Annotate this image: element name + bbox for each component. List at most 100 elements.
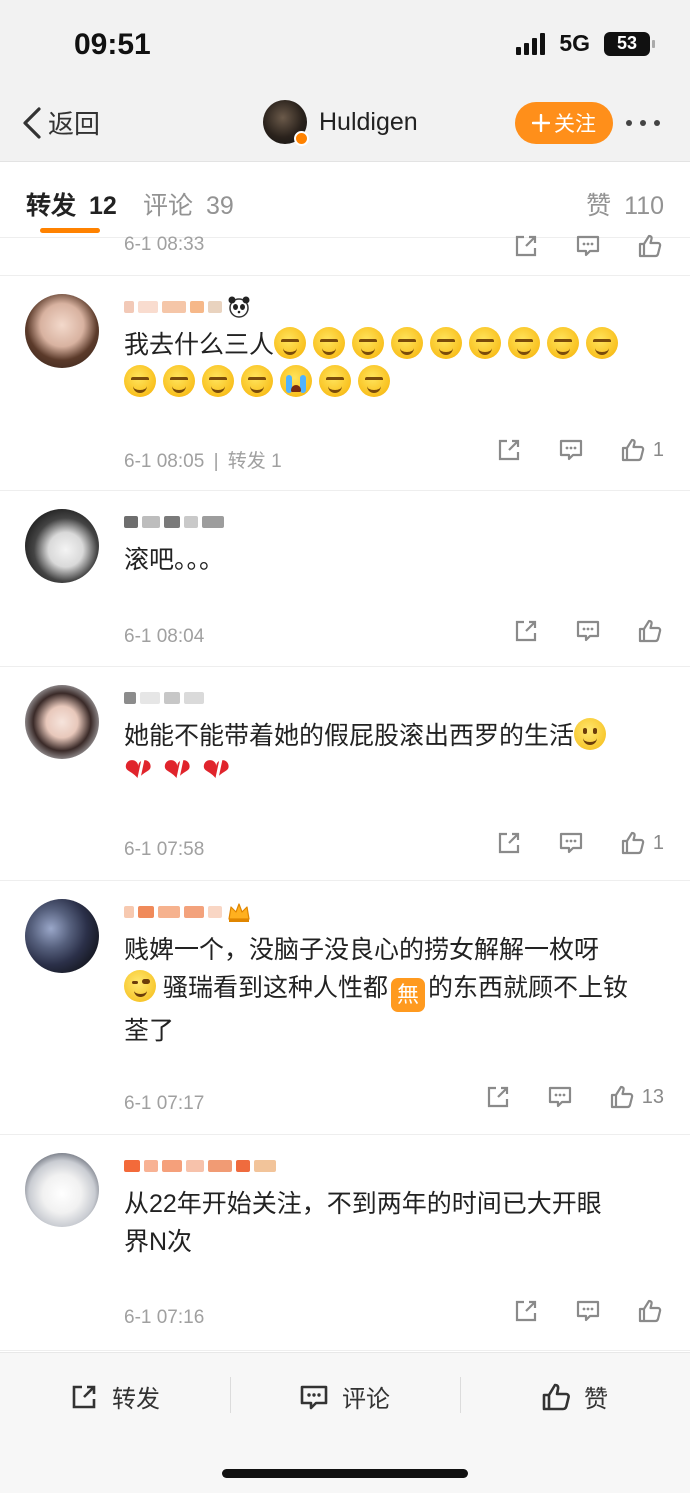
tab-comments-label: 评论 xyxy=(143,192,194,220)
repost-button[interactable]: 转发 xyxy=(68,1379,160,1414)
commenter-name[interactable] xyxy=(124,509,224,535)
comment-time: 6-1 07:58 xyxy=(124,839,205,860)
comment-icon[interactable] xyxy=(574,1297,602,1325)
like-button[interactable]: 13 xyxy=(608,1083,664,1111)
comment-text-line: 从22年开始关注，不到两年的时间已大开眼 xyxy=(124,1190,602,1218)
like-button[interactable]: 1 xyxy=(619,436,664,464)
thumbs-up-icon xyxy=(610,1085,633,1109)
comment-button[interactable]: 评论 xyxy=(298,1379,390,1414)
smirk-emoji xyxy=(124,365,156,397)
like-label: 赞 xyxy=(584,1386,608,1413)
tab-bar: 转发 12 评论 39 赞 110 xyxy=(0,162,690,238)
back-button[interactable]: 返回 xyxy=(20,104,100,141)
like-count: 13 xyxy=(641,1085,664,1108)
smirk-emoji xyxy=(319,365,351,397)
comment-time: 6-1 07:16 xyxy=(124,1307,205,1328)
like-button[interactable] xyxy=(636,1297,664,1325)
list-item: 滚吧。。。 6-1 08:04 xyxy=(0,491,690,667)
avatar[interactable] xyxy=(25,685,99,759)
like-button[interactable]: 赞 xyxy=(540,1379,608,1414)
post-author[interactable]: Huldigen xyxy=(263,100,418,146)
tab-reposts[interactable]: 转发 12 xyxy=(26,186,117,222)
comment-time: 6-1 08:04 xyxy=(124,626,205,647)
comment-text-line: 我去什么三人 xyxy=(124,331,275,359)
none-box-emoji: 無 xyxy=(391,978,426,1012)
broken-heart-emoji xyxy=(163,752,195,790)
like-button[interactable]: 1 xyxy=(619,829,664,857)
repost-count[interactable]: 转发 1 xyxy=(228,451,282,472)
smirk-emoji xyxy=(508,327,541,359)
thumbs-up-icon[interactable] xyxy=(636,232,664,260)
commenter-name[interactable] xyxy=(124,899,252,925)
smirk-emoji xyxy=(274,327,307,359)
signal-icon xyxy=(516,32,546,55)
follow-label: 关注 xyxy=(554,113,596,136)
comment-label: 评论 xyxy=(342,1386,390,1413)
comment-text: 贱婢一个，没脑子没良心的捞女解解一枚呀 骚瑞看到这种人性都無的东西就顾不上钕 荃了 xyxy=(124,931,664,1050)
comment-text-line: 的东西就顾不上钕 xyxy=(428,974,629,1002)
like-count: 1 xyxy=(652,438,664,461)
comment-text: 我去什么三人 xyxy=(124,326,664,402)
smirk-emoji xyxy=(586,327,619,359)
thumbs-up-icon xyxy=(621,831,645,855)
share-icon[interactable] xyxy=(512,232,540,260)
comment-text-line: 贱婢一个，没脑子没良心的捞女解解一枚呀 xyxy=(124,936,600,964)
like-count: 1 xyxy=(652,831,664,854)
smirk-emoji xyxy=(241,365,273,397)
active-tab-indicator xyxy=(40,228,100,233)
smirk-emoji xyxy=(163,365,195,397)
comment-text: 滚吧。。。 xyxy=(124,546,225,574)
share-icon[interactable] xyxy=(512,1297,540,1325)
thumbs-up-icon xyxy=(621,438,645,462)
avatar[interactable] xyxy=(263,100,309,146)
comment-icon xyxy=(300,1385,328,1409)
broken-heart-emoji xyxy=(124,752,156,790)
thumbs-up-icon xyxy=(638,619,662,643)
item-actions: 13 xyxy=(484,1083,664,1111)
share-icon[interactable] xyxy=(495,829,523,857)
comment-time: 6-1 07:17 xyxy=(124,1093,205,1114)
crown-icon xyxy=(228,903,250,922)
comment-text: 她能不能带着她的假屁股滚出西罗的生活 xyxy=(124,717,664,793)
tab-likes-count: 110 xyxy=(624,192,664,220)
tab-likes-label: 赞 xyxy=(586,192,612,220)
like-button[interactable] xyxy=(636,617,664,645)
battery-icon: 53 xyxy=(604,31,655,56)
share-icon[interactable] xyxy=(484,1083,512,1111)
comment-text-line: 她能不能带着她的假屁股滚出西罗的生活 xyxy=(124,722,575,750)
username[interactable]: Huldigen xyxy=(319,108,418,137)
thumbs-up-icon xyxy=(638,1299,662,1323)
home-indicator xyxy=(222,1469,468,1478)
comment-icon[interactable] xyxy=(546,1083,574,1111)
comment-icon[interactable] xyxy=(557,436,585,464)
smirk-emoji xyxy=(313,327,346,359)
comment-icon[interactable] xyxy=(574,617,602,645)
item-actions xyxy=(512,232,664,260)
follow-button[interactable]: 关注 xyxy=(515,102,613,144)
avatar[interactable] xyxy=(25,294,99,368)
avatar[interactable] xyxy=(25,509,99,583)
comment-text-line: 荃了 xyxy=(124,1017,175,1045)
more-dots-icon[interactable] xyxy=(626,120,660,126)
tab-comments[interactable]: 评论 39 xyxy=(143,186,234,222)
nav-bar: 返回 Huldigen 关注 xyxy=(0,90,690,162)
commenter-name[interactable] xyxy=(124,685,204,711)
tab-likes[interactable]: 赞 110 xyxy=(586,186,664,222)
list-item: 从22年开始关注，不到两年的时间已大开眼 界N次 6-1 07:16 xyxy=(0,1135,690,1351)
commenter-name[interactable] xyxy=(124,294,252,320)
smirk-emoji xyxy=(469,327,502,359)
share-icon[interactable] xyxy=(495,436,523,464)
broken-heart-emoji xyxy=(202,752,234,790)
plus-icon xyxy=(532,114,550,132)
divider xyxy=(230,1377,231,1413)
comment-icon[interactable] xyxy=(574,232,602,260)
tab-reposts-label: 转发 xyxy=(26,192,77,220)
avatar[interactable] xyxy=(25,1153,99,1227)
comment-icon[interactable] xyxy=(557,829,585,857)
comment-meta: 6-1 08:05 | 转发 1 xyxy=(124,446,282,473)
cry-emoji xyxy=(280,365,312,397)
thumbs-up-icon xyxy=(542,1383,570,1410)
commenter-name[interactable] xyxy=(124,1153,276,1179)
avatar[interactable] xyxy=(25,899,99,973)
share-icon[interactable] xyxy=(512,617,540,645)
